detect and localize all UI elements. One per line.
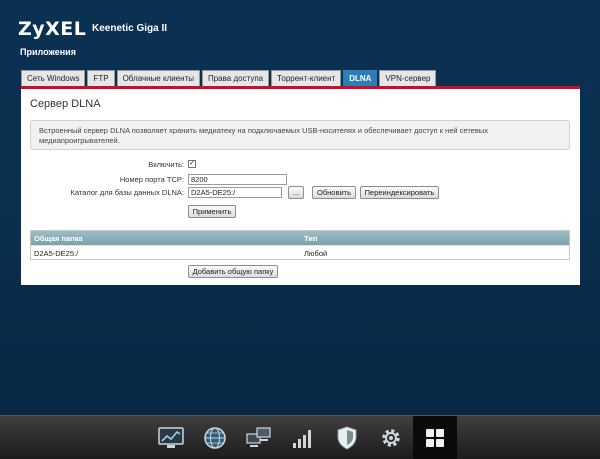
info-text-line2: медиапроигрывателей. <box>39 136 120 145</box>
apps-grid-icon <box>426 429 444 447</box>
app-tabs: Сеть Windows FTP Облачные клиенты Права … <box>21 70 437 86</box>
taskbar-applications-button[interactable] <box>413 416 457 459</box>
add-folder-button[interactable]: Добавить общую папку <box>188 265 278 278</box>
monitor-graph-icon <box>158 427 184 448</box>
taskbar-system-button[interactable] <box>369 416 413 459</box>
cell-type: Любой <box>304 249 328 258</box>
shield-icon <box>337 426 357 450</box>
tab-torrent-client[interactable]: Торрент-клиент <box>271 70 342 86</box>
cell-folder: D2A5-DE25:/ <box>34 249 79 258</box>
zyxel-logo: ZyXEL <box>18 18 87 40</box>
network-computers-icon <box>246 427 271 447</box>
taskbar-monitor-button[interactable] <box>149 416 193 459</box>
port-label: Номер порта TCP: <box>119 175 184 184</box>
taskbar-security-button[interactable] <box>325 416 369 459</box>
browse-button[interactable]: ... <box>288 186 304 199</box>
device-model: Keenetic Giga II <box>92 23 168 34</box>
reindex-button[interactable]: Переиндексировать <box>360 186 439 199</box>
tab-access-rights[interactable]: Права доступа <box>201 70 270 86</box>
apply-button[interactable]: Применить <box>188 205 236 218</box>
refresh-button[interactable]: Обновить <box>312 186 356 199</box>
tab-ftp[interactable]: FTP <box>87 70 115 86</box>
taskbar <box>0 415 600 459</box>
taskbar-home-network-button[interactable] <box>237 416 281 459</box>
tab-windows-network[interactable]: Сеть Windows <box>21 70 86 86</box>
tab-dlna[interactable]: DLNA <box>343 70 378 86</box>
section-title: Приложения <box>20 47 76 57</box>
table-header: Общая папка Тип <box>31 231 569 245</box>
column-header-type: Тип <box>304 234 318 243</box>
info-box: Встроенный сервер DLNA позволяет хранить… <box>30 120 570 150</box>
tab-cloud-clients[interactable]: Облачные клиенты <box>116 70 200 86</box>
table-row[interactable]: D2A5-DE25:/ Любой <box>31 245 569 259</box>
dlna-panel: Сервер DLNA Встроенный сервер DLNA позво… <box>21 86 580 285</box>
catalog-label: Каталог для базы данных DLNA: <box>70 188 184 197</box>
panel-title: Сервер DLNA <box>30 98 101 110</box>
gear-icon <box>382 429 400 447</box>
shared-folders-table: Общая папка Тип D2A5-DE25:/ Любой <box>30 230 570 260</box>
info-text-line1: Встроенный сервер DLNA позволяет хранить… <box>39 126 488 135</box>
port-input[interactable]: 8200 <box>188 174 287 185</box>
taskbar-wifi-button[interactable] <box>281 416 325 459</box>
globe-icon <box>204 427 226 449</box>
enable-checkbox[interactable]: ✓ <box>188 160 196 168</box>
catalog-input[interactable]: D2A5-DE25:/ <box>188 187 282 198</box>
enable-label: Включить: <box>148 160 184 169</box>
tab-vpn-server[interactable]: VPN-сервер <box>379 70 437 86</box>
taskbar-internet-button[interactable] <box>193 416 237 459</box>
column-header-folder: Общая папка <box>34 234 83 243</box>
signal-bars-icon <box>293 430 311 448</box>
